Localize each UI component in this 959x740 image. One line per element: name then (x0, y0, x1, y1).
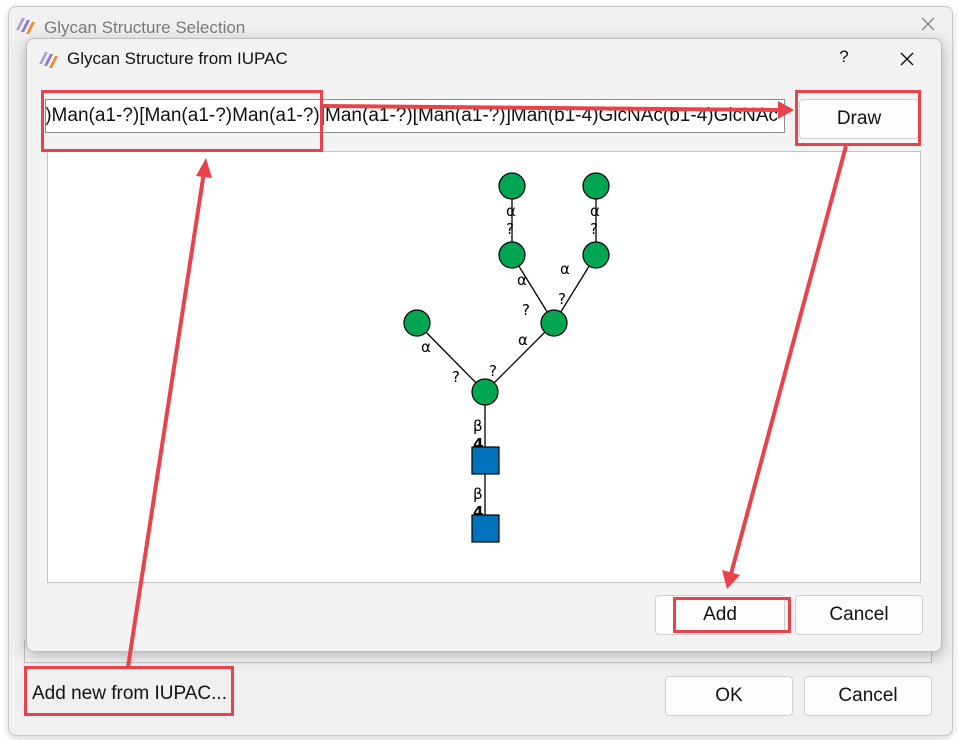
linkage-label: β (473, 485, 483, 503)
outer-cancel-button[interactable]: Cancel (804, 676, 932, 716)
linkage-label: α (560, 260, 570, 278)
mannose-node (540, 309, 568, 337)
dialog-cancel-button[interactable]: Cancel (795, 595, 923, 635)
iupac-input[interactable]: ?)Man(a1-?)[Man(a1-?)Man(a1-?)]Man(a1-?)… (45, 99, 785, 133)
outer-window-title: Glycan Structure Selection (44, 18, 246, 37)
mannose-node (498, 241, 526, 269)
add-from-iupac-button[interactable]: Add new from IUPAC... (28, 672, 230, 716)
add-button[interactable]: Add (655, 595, 785, 635)
glycan-structure-diagram: α ? α ? α ? α ? α ? α ? β 4 β 4 (403, 172, 610, 543)
outer-close-icon[interactable] (918, 14, 938, 34)
linkage-label: ? (452, 368, 460, 386)
linkage-label: ? (506, 220, 514, 238)
help-button[interactable]: ? (835, 47, 853, 67)
linkage-label: ? (522, 301, 530, 319)
dialog-close-icon[interactable] (897, 49, 917, 69)
linkage-label: α (421, 338, 431, 356)
linkage-label: ? (489, 362, 497, 380)
mannose-node (582, 241, 610, 269)
glcnac-node (471, 514, 500, 543)
glcnac-node (471, 446, 500, 475)
linkage-label: ? (558, 290, 566, 308)
dialog-logo-icon (39, 52, 58, 68)
dialog-title: Glycan Structure from IUPAC (67, 49, 288, 68)
linkage-label: α (518, 331, 528, 349)
iupac-dialog: Glycan Structure from IUPAC ? ?)Man(a1-?… (26, 38, 942, 652)
glycan-canvas: α ? α ? α ? α ? α ? α ? β 4 β 4 (47, 151, 921, 583)
draw-button[interactable]: Draw (799, 99, 919, 139)
linkage-label: α (506, 202, 516, 220)
mannose-node (498, 172, 526, 200)
linkage-label: ? (590, 220, 598, 238)
linkage-label: α (590, 202, 600, 220)
linkage-label: β (473, 417, 483, 435)
ok-button[interactable]: OK (665, 676, 793, 716)
mannose-node (471, 378, 499, 406)
mannose-node (582, 172, 610, 200)
linkage-label: α (517, 271, 527, 289)
mannose-node (403, 309, 431, 337)
app-logo-icon (16, 18, 35, 34)
